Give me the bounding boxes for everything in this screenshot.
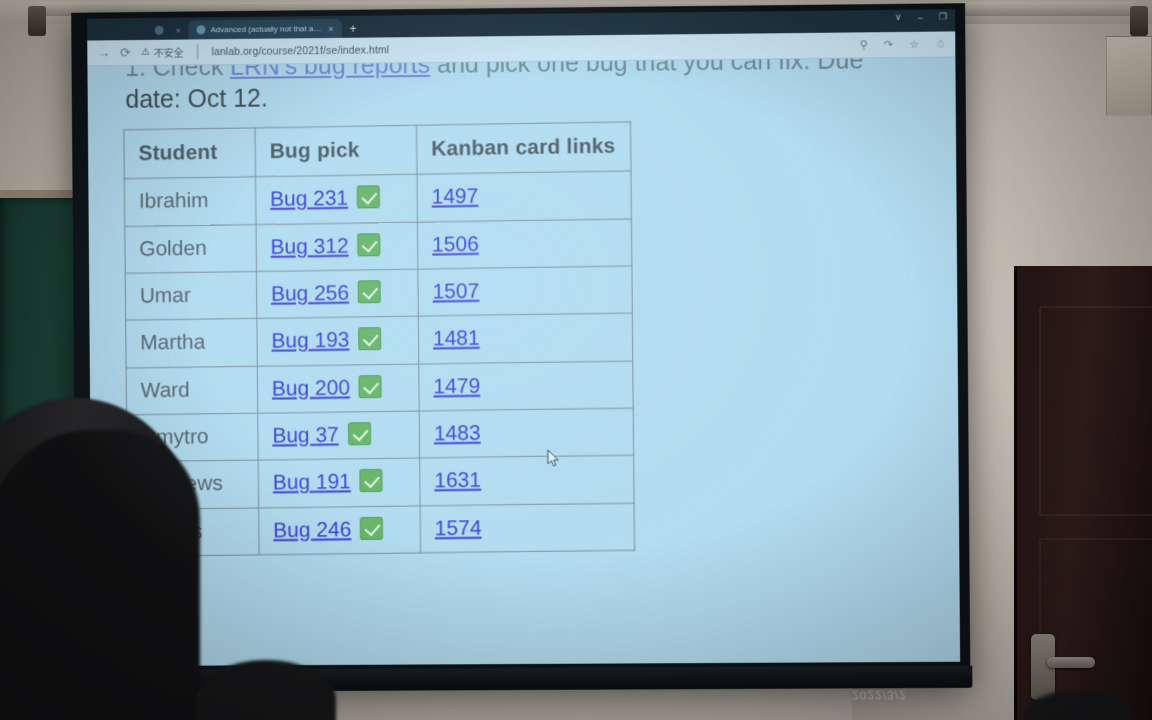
warning-triangle-icon: ⚠ (140, 46, 150, 58)
cell-bug-pick: Bug 200 (257, 363, 420, 414)
security-label: 不安全 (153, 48, 184, 60)
cell-student: Martha (125, 318, 258, 368)
minimize-icon[interactable]: – (918, 12, 923, 22)
table-row: Ibrahim Bug 231 1497 (124, 171, 632, 227)
screen-bracket-left (28, 6, 46, 36)
cell-bug-pick: Bug 256 (256, 269, 419, 319)
cell-kanban-link: 1497 (416, 171, 632, 222)
check-mark-icon (358, 327, 382, 351)
tab-title: Advanced (actually not that a… (210, 24, 322, 35)
cell-student: Ibrahim (124, 177, 256, 227)
cell-kanban-link: 1631 (419, 455, 635, 506)
profile-avatar-icon[interactable]: ☃ (935, 38, 945, 51)
table-row: Martha Bug 193 1481 (125, 313, 633, 368)
bug-link[interactable]: Bug 37 (272, 424, 339, 448)
cell-bug-pick: Bug 246 (258, 505, 421, 555)
cell-student: Ward (126, 365, 258, 415)
classroom-scene: × Advanced (actually not that a… × + ∨ –… (0, 0, 1152, 720)
url-text[interactable]: lanlab.org/course/2021f/se/index.html (212, 44, 390, 58)
table-row: Golden Bug 312 1506 (124, 218, 632, 274)
classroom-door (1014, 266, 1152, 720)
screen-bracket-right (1130, 6, 1148, 36)
check-mark-icon (358, 374, 382, 399)
cell-bug-pick: Bug 312 (255, 221, 418, 272)
bug-link[interactable]: Bug 200 (272, 376, 350, 400)
omnibox-right-icons: ⚲ ↷ ☆ ☃ (860, 38, 946, 52)
bookmark-star-icon[interactable]: ☆ (909, 38, 919, 51)
check-mark-icon (357, 280, 382, 304)
browser-window: × Advanced (actually not that a… × + ∨ –… (87, 9, 961, 667)
camera-timestamp: 2022/3/2 (852, 688, 907, 702)
cell-kanban-link: 1574 (420, 502, 635, 553)
table-row: Umar Bug 256 1507 (125, 266, 633, 321)
chevron-down-icon[interactable]: ∨ (895, 12, 902, 23)
forward-arrow-icon[interactable]: → (97, 45, 110, 60)
cell-student: Golden (124, 224, 257, 274)
bug-link[interactable]: Bug 191 (273, 471, 351, 495)
browser-tab-inactive[interactable]: × (147, 21, 189, 40)
window-controls: ∨ – ❐ (895, 11, 947, 23)
bug-link[interactable]: Bug 312 (270, 234, 348, 258)
kanban-card-link[interactable]: 1481 (433, 327, 480, 351)
kanban-card-link[interactable]: 1479 (433, 374, 480, 398)
security-status[interactable]: ⚠ 不安全 (141, 45, 184, 60)
cell-bug-pick: Bug 231 (255, 174, 418, 225)
table-row: Ward Bug 200 1479 (126, 360, 634, 415)
task-due-date-line: date: Oct 12. (125, 84, 268, 114)
bug-link[interactable]: Bug 246 (273, 518, 351, 542)
assignment-table: Student Bug pick Kanban card links Ibrah… (123, 121, 635, 557)
tab-favicon-icon (154, 25, 164, 35)
projector-screen: × Advanced (actually not that a… × + ∨ –… (71, 3, 973, 692)
cell-bug-pick: Bug 193 (256, 316, 419, 366)
mouse-cursor (547, 449, 560, 467)
cell-kanban-link: 1483 (419, 408, 634, 459)
maximize-icon[interactable]: ❐ (939, 11, 947, 22)
check-mark-icon (360, 516, 384, 540)
table-body: Ibrahim Bug 231 1497 Golden Bug 312 1506 Umar B… (124, 171, 635, 557)
cell-student: Umar (125, 271, 257, 321)
check-mark-icon (347, 422, 371, 446)
tab-close-icon[interactable]: × (176, 25, 181, 35)
wall-mounted-box (1106, 36, 1152, 116)
column-header-kanban-links: Kanban card links (416, 121, 631, 175)
table-row: PetrosBug 2461574 (127, 502, 635, 557)
omnibox-separator: | (195, 42, 200, 60)
tab-close-icon[interactable]: × (328, 23, 333, 33)
cell-bug-pick: Bug 37 (257, 411, 420, 461)
kanban-card-link[interactable]: 1631 (434, 469, 481, 493)
cell-kanban-link: 1479 (418, 360, 634, 412)
kanban-card-link[interactable]: 1507 (432, 280, 479, 304)
kanban-card-link[interactable]: 1506 (432, 232, 479, 256)
cell-kanban-link: 1506 (417, 218, 632, 270)
bug-link[interactable]: Bug 256 (271, 282, 349, 306)
kanban-card-link[interactable]: 1497 (432, 185, 479, 209)
column-header-student: Student (123, 127, 256, 180)
cell-kanban-link: 1481 (418, 313, 633, 364)
bug-link[interactable]: Bug 231 (270, 187, 348, 211)
check-mark-icon (357, 232, 381, 257)
kanban-card-link[interactable]: 1574 (435, 516, 482, 540)
door-panel-upper (1039, 306, 1152, 516)
browser-tab-active[interactable]: Advanced (actually not that a… × (188, 18, 342, 40)
door-handle-icon (1047, 657, 1095, 668)
check-mark-icon (356, 185, 381, 209)
cell-bug-pick: Bug 191 (258, 458, 421, 508)
web-page-content: 1. Check LRN's bug reports and pick one … (87, 57, 961, 667)
reload-icon[interactable]: ⟳ (120, 45, 131, 61)
kanban-card-link[interactable]: 1483 (434, 422, 481, 446)
check-mark-icon (359, 469, 383, 493)
bug-link[interactable]: Bug 193 (271, 329, 349, 353)
column-header-bug-pick: Bug pick (255, 125, 417, 178)
person-silhouette-left-body (0, 430, 200, 720)
search-icon[interactable]: ⚲ (860, 38, 868, 51)
table-header-row: Student Bug pick Kanban card links (123, 121, 631, 180)
new-tab-button[interactable]: + (349, 22, 356, 36)
share-icon[interactable]: ↷ (884, 38, 893, 51)
tab-favicon-icon (196, 25, 206, 35)
cell-kanban-link: 1507 (417, 266, 633, 317)
